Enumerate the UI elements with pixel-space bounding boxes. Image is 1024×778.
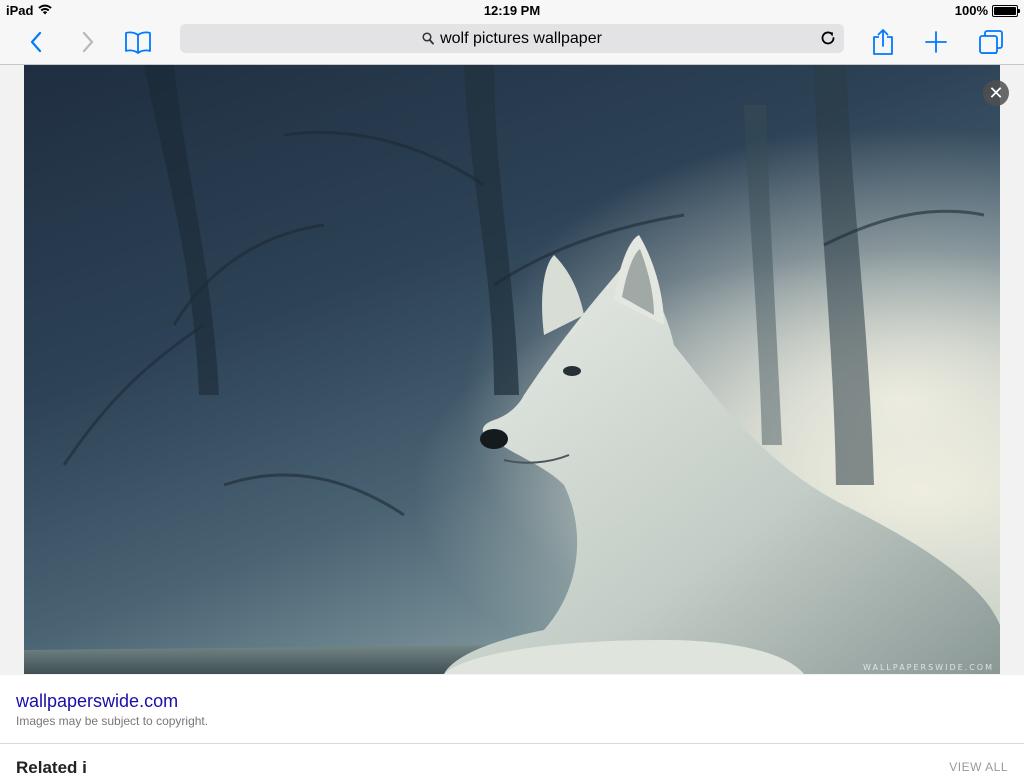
- wolf-photo[interactable]: WALLPAPERSWIDE.COM: [24, 65, 1000, 674]
- source-site-link[interactable]: wallpaperswide.com: [16, 691, 178, 712]
- plus-icon: [925, 31, 947, 53]
- tabs-icon: [979, 30, 1003, 54]
- copyright-note: Images may be subject to copyright.: [16, 714, 209, 728]
- search-query: wolf pictures wallpaper: [440, 30, 602, 47]
- status-right: 100%: [954, 3, 1020, 18]
- reload-icon: [821, 31, 835, 45]
- bookmarks-button[interactable]: [122, 26, 154, 58]
- forward-button[interactable]: [72, 26, 104, 58]
- close-icon: ✕: [988, 83, 1004, 103]
- status-bar: iPad 12:19 PM 100%: [0, 0, 1024, 20]
- share-button[interactable]: [867, 26, 899, 58]
- back-button[interactable]: [20, 26, 52, 58]
- watermark-text: WALLPAPERSWIDE.COM: [863, 663, 994, 672]
- browser-toolbar: wolf pictures wallpaper: [0, 20, 1024, 65]
- image-caption: wallpaperswide.com Images may be subject…: [0, 675, 1024, 744]
- tabs-button[interactable]: [975, 26, 1007, 58]
- chevron-left-icon: [30, 31, 42, 53]
- new-tab-button[interactable]: [920, 26, 952, 58]
- reload-button[interactable]: [818, 28, 838, 48]
- battery-percent: 100%: [954, 3, 988, 18]
- clock: 12:19 PM: [483, 3, 541, 18]
- image-viewer: WALLPAPERSWIDE.COM: [0, 65, 1024, 675]
- book-icon: [125, 31, 151, 54]
- related-images-heading: Related i: [16, 758, 87, 777]
- chevron-right-icon: [82, 31, 94, 53]
- address-content: wolf pictures wallpaper: [180, 30, 844, 50]
- address-bar[interactable]: wolf pictures wallpaper: [180, 24, 844, 53]
- battery-icon: [992, 4, 1020, 17]
- close-image-button[interactable]: ✕: [983, 80, 1009, 106]
- share-icon: [873, 29, 893, 55]
- wolf-illustration: [24, 65, 1000, 674]
- magnifier-icon: [422, 32, 434, 50]
- view-all-link[interactable]: VIEW ALL: [949, 760, 1008, 774]
